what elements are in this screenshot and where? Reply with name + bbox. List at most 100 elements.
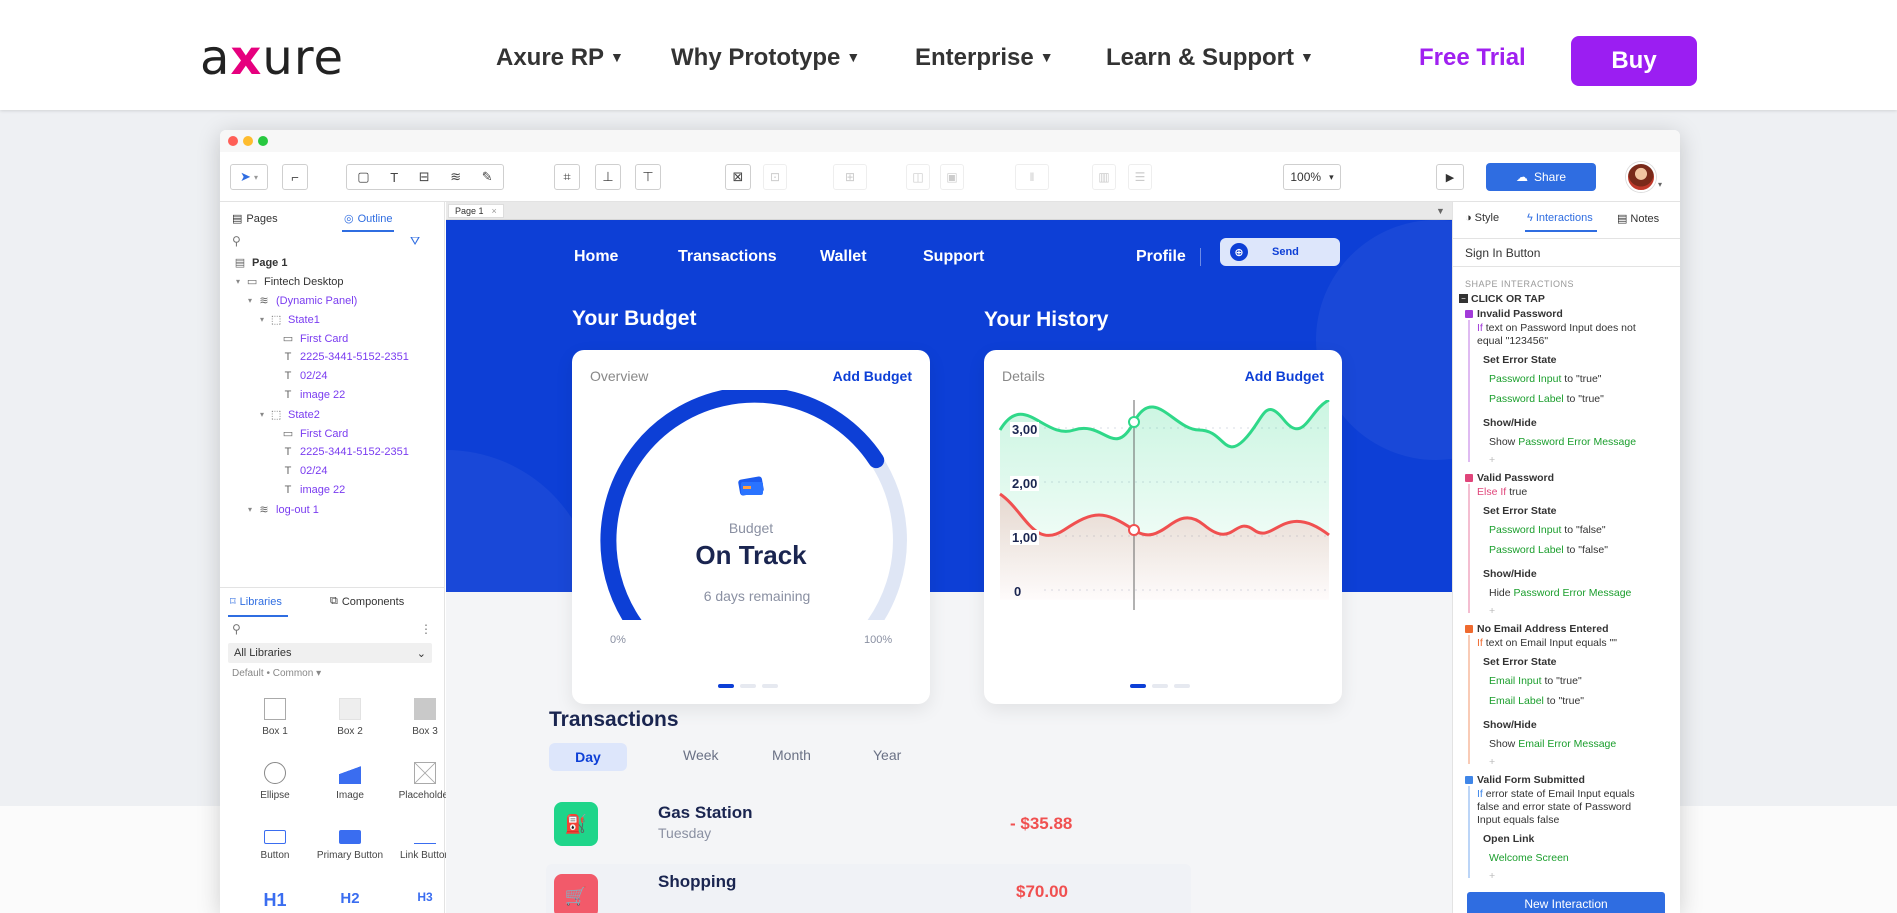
nav-why-prototype[interactable]: Why Prototype ▼ [671,44,860,72]
fintech-nav-profile[interactable]: Profile [1136,248,1186,266]
outline-item[interactable]: T 2225-3441-5152-2351 [282,446,409,458]
outline-item[interactable]: Timage 22 [282,484,346,496]
tab-outline[interactable]: ◎ Outline [344,212,392,226]
widget-h1[interactable]: H1 [240,890,310,911]
fintech-nav-home[interactable]: Home [574,248,618,266]
tab-style[interactable]: ◑ Style [1465,212,1499,224]
nav-learn-support[interactable]: Learn & Support ▼ [1106,44,1314,72]
close-icon[interactable]: × [492,206,497,216]
add-action-icon[interactable]: + [1489,756,1495,768]
tab-libraries[interactable]: ⌑ Libraries [230,595,282,609]
pager-dot[interactable] [762,684,778,688]
pager-dot[interactable] [1174,684,1190,688]
collapse-icon[interactable]: − [1459,294,1468,303]
add-budget-link[interactable]: Add Budget [1245,368,1324,384]
layers-icon[interactable]: ≋ [450,169,461,185]
more-options-icon[interactable]: ⋮ [420,622,432,636]
outline-item[interactable]: ▾ ≋ (Dynamic Panel) [248,294,357,308]
send-button[interactable]: ⊕ Send [1220,238,1340,266]
case-color-icon[interactable] [1465,310,1473,318]
insert-tools-group[interactable]: ▢ T ⊟ ≋ ✎ [346,164,504,190]
case-condition[interactable]: If text on Email Input equals "" [1477,637,1617,649]
outline-item[interactable]: T 02/24 [282,370,328,382]
text-tool-icon[interactable]: T [390,170,398,185]
tab-interactions[interactable]: ϟ Interactions [1527,212,1593,224]
tab-pages[interactable]: ▤ Pages [232,212,278,226]
case-name[interactable]: Invalid Password [1477,308,1563,320]
align-bottom-button[interactable]: ⊥ [595,164,621,190]
hspace-button[interactable]: ▥ [1092,164,1116,190]
axure-logo[interactable]: axure [200,30,344,86]
vspace-button[interactable]: ☰ [1128,164,1152,190]
connector-tool-button[interactable]: ⌐ [282,164,308,190]
fintech-nav-transactions[interactable]: Transactions [678,248,777,266]
selected-widget-name[interactable]: Sign In Button [1465,246,1540,260]
outline-item[interactable]: T 02/24 [282,465,328,477]
expand-caret-icon[interactable]: ▾ [260,315,264,324]
library-select[interactable]: All Libraries ⌄ [228,643,432,663]
pager-dot[interactable] [1152,684,1168,688]
pager-dot[interactable] [1130,684,1146,688]
action-title[interactable]: Set Error State [1483,354,1557,366]
outline-item[interactable]: ▾ ⬚ State1 [260,313,320,327]
lock-button[interactable]: ▣ [940,164,964,190]
maximize-window-icon[interactable] [258,136,268,146]
outline-item[interactable]: Timage 22 [282,389,346,401]
ungroup-button[interactable]: ⊡ [763,164,787,190]
pager-dot[interactable] [740,684,756,688]
select-tool-button[interactable]: ➤ ▾ [230,164,268,190]
outline-item[interactable]: ▤ Page 1 [234,256,288,270]
tab-year[interactable]: Year [873,747,901,763]
action-detail[interactable]: Show Password Error Message [1489,436,1636,448]
transaction-row[interactable]: 🛒 Shopping $70.00 [546,864,1191,913]
search-icon[interactable]: ⚲ [232,622,241,636]
transaction-row[interactable]: ⛽ Gas Station Tuesday - $35.88 [546,790,1191,860]
widget-ellipse[interactable]: Ellipse [240,762,310,801]
card-pager[interactable] [718,684,778,688]
expand-caret-icon[interactable]: ▾ [260,410,264,419]
fintech-nav-wallet[interactable]: Wallet [820,248,867,266]
add-budget-link[interactable]: Add Budget [833,368,912,384]
page-tab[interactable]: Page 1 × [448,204,504,218]
distribute-button[interactable]: ⊞ [833,164,867,190]
share-button[interactable]: ☁ Share [1486,163,1596,191]
expand-caret-icon[interactable]: ▾ [248,296,252,305]
add-action-icon[interactable]: + [1489,870,1495,882]
tab-notes[interactable]: ▤ Notes [1617,212,1659,226]
action-detail[interactable]: Show Email Error Message [1489,738,1616,750]
tab-components[interactable]: ⧉ Components [330,595,404,608]
action-detail[interactable]: Password Input to "true" [1489,373,1602,385]
fit-button[interactable]: ⊠ [725,164,751,190]
outline-item[interactable]: ▭ First Card [282,427,348,441]
green-hover-point[interactable] [1128,416,1140,428]
outline-item[interactable]: ▾ ▭ Fintech Desktop [236,275,344,289]
action-detail[interactable]: Welcome Screen [1489,852,1569,864]
search-icon[interactable]: ⚲ [232,234,241,248]
action-detail[interactable]: Email Input to "true" [1489,675,1582,687]
case-color-icon[interactable] [1465,776,1473,784]
red-hover-point[interactable] [1128,524,1140,536]
outline-item[interactable]: T 2225-3441-5152-2351 [282,351,409,363]
chevron-down-icon[interactable]: ▾ [1658,180,1662,189]
widget-h2[interactable]: H2 [315,890,385,907]
outline-item[interactable]: ▾ ⬚ State2 [260,408,320,422]
new-interaction-button[interactable]: New Interaction [1467,892,1665,913]
widget-primary-button[interactable]: Primary Button [315,826,385,861]
add-action-icon[interactable]: + [1489,605,1495,617]
library-path[interactable]: Default • Common ▾ [232,668,321,679]
case-condition[interactable]: If text on Password Input does not [1477,322,1636,334]
zoom-select[interactable]: 100% ▾ [1283,164,1341,190]
pen-icon[interactable]: ✎ [482,169,493,185]
event-name[interactable]: CLICK OR TAP [1471,293,1545,305]
action-title[interactable]: Show/Hide [1483,417,1537,429]
widget-box2[interactable]: Box 2 [315,698,385,737]
preview-button[interactable]: ▶ [1436,164,1464,190]
action-title[interactable]: Show/Hide [1483,568,1537,580]
align-top-button[interactable]: ⊤ [635,164,661,190]
widget-button[interactable]: Button [240,826,310,861]
widget-image[interactable]: Image [315,762,385,801]
tab-day[interactable]: Day [549,743,627,771]
action-detail[interactable]: Password Label to "false" [1489,544,1608,556]
widget-box1[interactable]: Box 1 [240,698,310,737]
tab-week[interactable]: Week [683,747,719,763]
